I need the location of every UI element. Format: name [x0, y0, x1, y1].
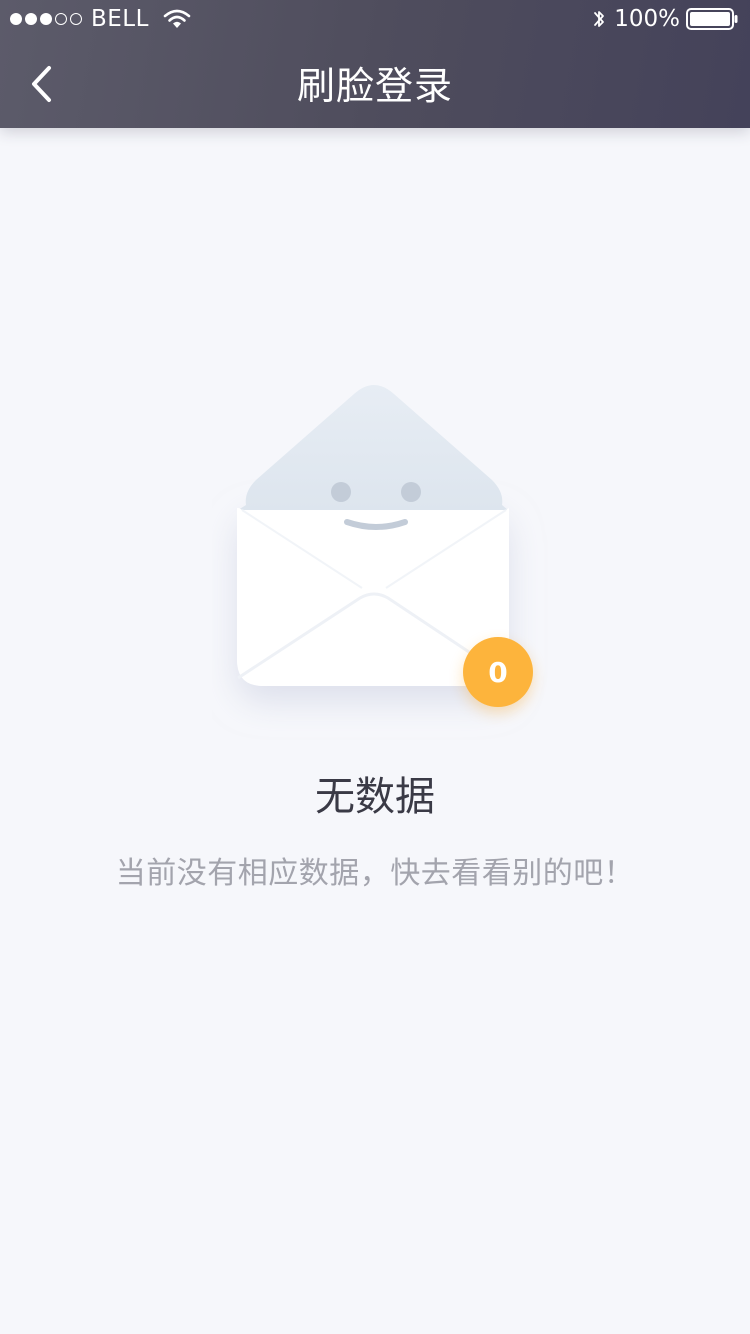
wifi-icon [163, 9, 191, 28]
battery-icon [686, 8, 738, 30]
bluetooth-icon [594, 11, 605, 27]
status-bar-right: 100% [592, 0, 738, 38]
signal-dots-icon [10, 13, 85, 25]
empty-state-title: 无数据 [315, 774, 435, 820]
battery-percent: 100% [614, 6, 680, 32]
status-bar: BELL 100% [0, 0, 750, 38]
page-title: 刷脸登录 [296, 64, 453, 108]
nav-bar: 刷脸登录 [0, 38, 750, 128]
status-bar-left: BELL [10, 0, 191, 38]
header: BELL 100% 刷脸登录 [0, 0, 750, 128]
empty-state-description: 当前没有相应数据，快去看看别的吧！ [115, 856, 635, 891]
count-badge: 0 [463, 637, 533, 707]
carrier-name: BELL [91, 6, 149, 32]
